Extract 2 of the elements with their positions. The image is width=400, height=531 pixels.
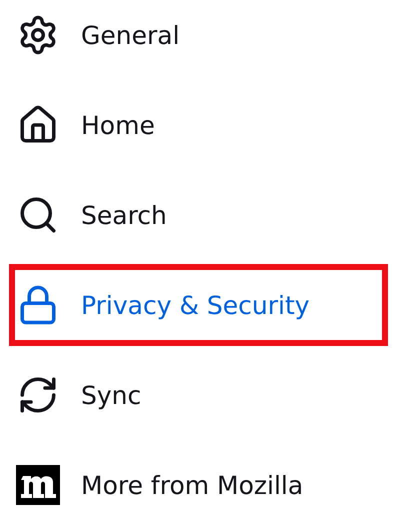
mozilla-logo-icon: [16, 465, 60, 505]
sidebar-item[interactable]: Privacy & Security: [9, 264, 388, 346]
